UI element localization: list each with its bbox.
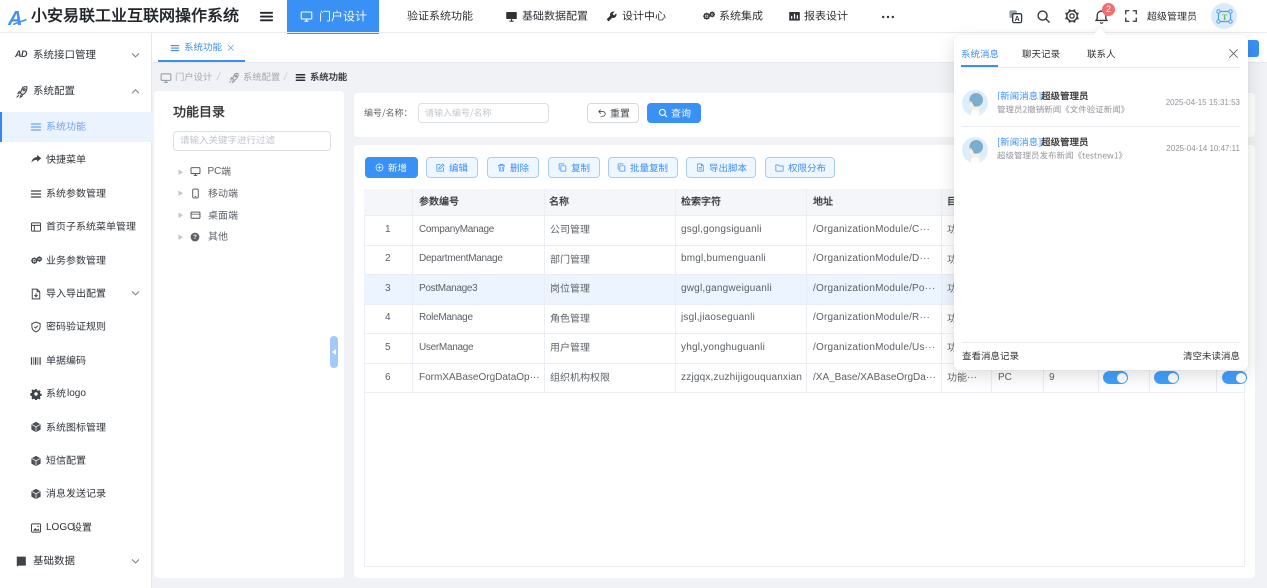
svg-text:T: T [1221,12,1227,22]
svg-text:?: ? [193,234,197,241]
svg-text:A: A [1015,15,1020,22]
